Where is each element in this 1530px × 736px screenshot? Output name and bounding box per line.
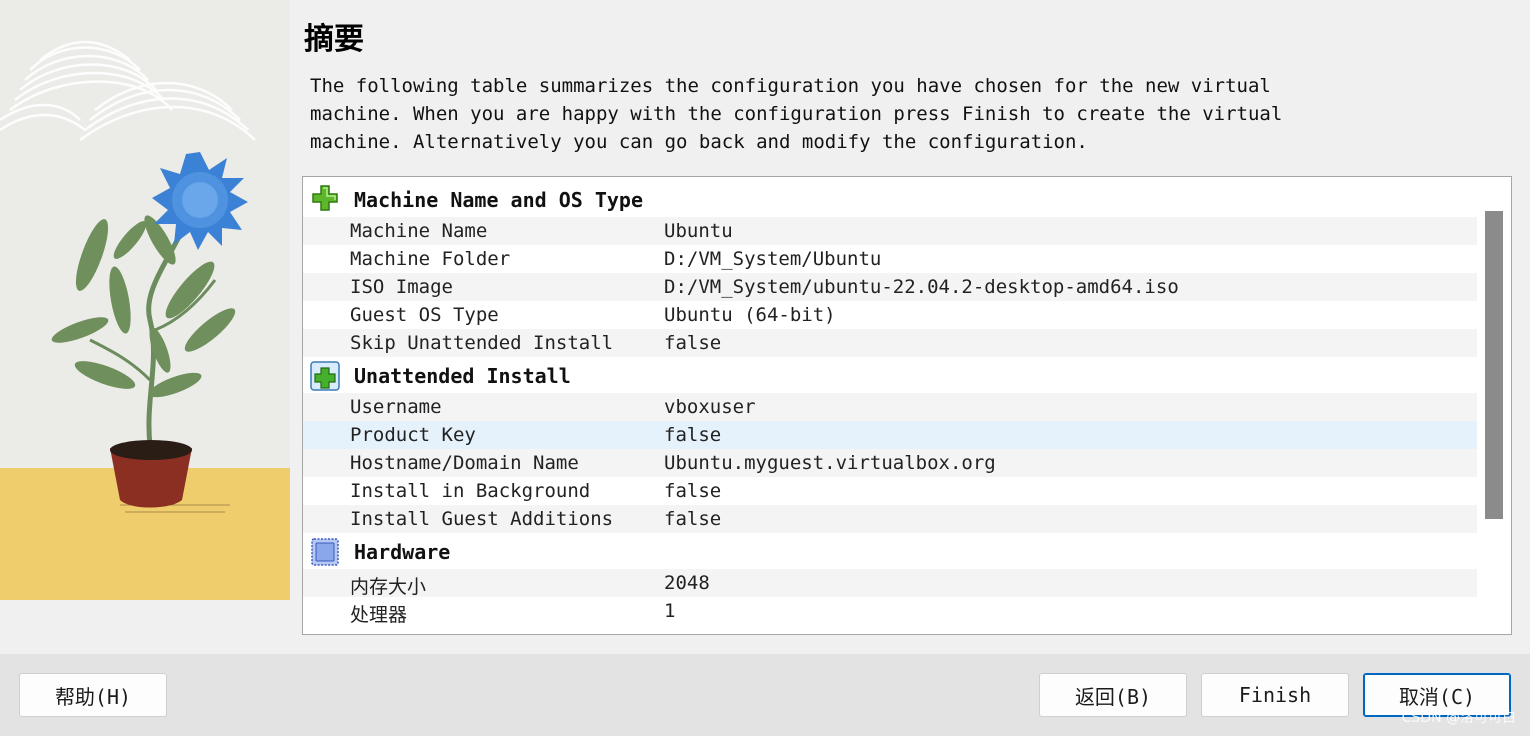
summary-row[interactable]: Hostname/Domain Name Ubuntu.myguest.virtu… [303, 449, 1477, 477]
row-value: Ubuntu (64-bit) [664, 304, 836, 326]
row-key: Product Key [350, 424, 476, 446]
row-key: 内存大小 [350, 576, 427, 598]
row-key: Machine Name [350, 220, 488, 242]
row-value: false [664, 508, 722, 530]
section-title: Hardware [354, 540, 451, 564]
row-value: Ubuntu [664, 220, 733, 242]
chip-icon [309, 536, 341, 568]
vertical-scrollbar[interactable] [1477, 177, 1511, 634]
section-header-machine-name[interactable]: Machine Name and OS Type [303, 181, 1477, 217]
button-bar: 帮助(H) 返回(B) Finish 取消(C) CSDN @洛可可白 [0, 654, 1530, 736]
green-puzzle-icon [309, 184, 341, 216]
summary-row[interactable]: Install in Background false [303, 477, 1477, 505]
summary-row[interactable]: ISO Image D:/VM_System/ubuntu-22.04.2-des… [303, 273, 1477, 301]
watermark-text: CSDN @洛可可白 [1401, 710, 1516, 726]
row-value: false [664, 332, 722, 354]
row-key: Guest OS Type [350, 304, 499, 326]
potted-flower-illustration [0, 0, 290, 600]
row-value: false [664, 424, 722, 446]
row-key: Install Guest Additions [350, 508, 614, 530]
section-header-hardware[interactable]: Hardware [303, 533, 1477, 569]
wizard-illustration [0, 0, 290, 600]
summary-row[interactable]: 内存大小 2048 [303, 569, 1477, 598]
summary-row[interactable]: Guest OS Type Ubuntu (64-bit) [303, 301, 1477, 329]
help-button[interactable]: 帮助(H) [19, 673, 167, 717]
row-value: vboxuser [664, 396, 756, 418]
row-value: D:/VM_System/ubuntu-22.04.2-desktop-amd6… [664, 276, 1179, 298]
summary-row-selected[interactable]: Product Key false [303, 421, 1477, 449]
row-key: Hostname/Domain Name [350, 452, 579, 474]
section-title: Machine Name and OS Type [354, 188, 643, 212]
row-key: Username [350, 396, 442, 418]
row-key: Install in Background [350, 480, 591, 502]
summary-row[interactable]: Username vboxuser [303, 393, 1477, 421]
summary-row[interactable]: Install Guest Additions false [303, 505, 1477, 533]
section-title: Unattended Install [354, 364, 571, 388]
row-key: ISO Image [350, 276, 453, 298]
finish-button[interactable]: Finish [1201, 673, 1349, 717]
summary-row[interactable]: Skip Unattended Install false [303, 329, 1477, 357]
row-value: 2048 [664, 572, 710, 594]
summary-list: Machine Name and OS Type Machine Name Ubu… [303, 181, 1477, 626]
row-key: Machine Folder [350, 248, 511, 270]
summary-table[interactable]: Machine Name and OS Type Machine Name Ubu… [302, 176, 1512, 635]
row-value: 1 [664, 600, 676, 622]
back-button[interactable]: 返回(B) [1039, 673, 1187, 717]
row-value: Ubuntu.myguest.virtualbox.org [664, 452, 996, 474]
page-title: 摘要 [304, 22, 364, 57]
description-text: The following table summarizes the confi… [310, 75, 1283, 153]
scrollbar-thumb[interactable] [1485, 211, 1503, 519]
section-header-unattended-install[interactable]: Unattended Install [303, 357, 1477, 393]
summary-row[interactable]: Machine Folder D:/VM_System/Ubuntu [303, 245, 1477, 273]
row-key: Skip Unattended Install [350, 332, 614, 354]
summary-row[interactable]: Machine Name Ubuntu [303, 217, 1477, 245]
row-key: 处理器 [350, 604, 408, 626]
row-value: false [664, 480, 722, 502]
green-plus-icon [309, 360, 341, 392]
row-value: D:/VM_System/Ubuntu [664, 248, 882, 270]
summary-row[interactable]: 处理器 1 [303, 597, 1477, 626]
